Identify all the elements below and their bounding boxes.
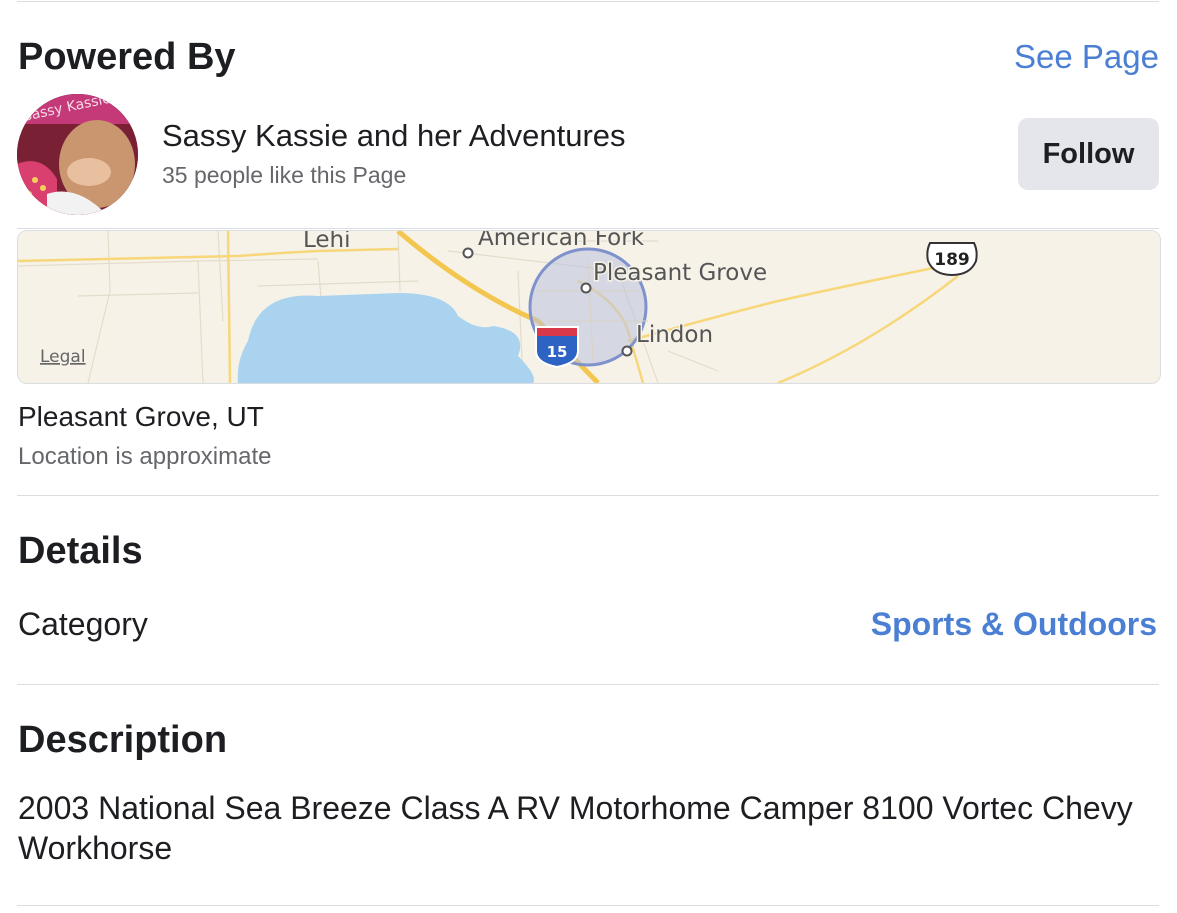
details-divider (17, 684, 1159, 685)
map-label-american-fork: American Fork (478, 231, 645, 251)
american-fork-marker (462, 247, 474, 259)
header-divider (17, 228, 1159, 229)
avatar[interactable]: Sassy Kassie (17, 94, 138, 215)
details-title: Details (18, 530, 143, 572)
avatar-photo: Sassy Kassie (17, 94, 138, 215)
follow-button[interactable]: Follow (1018, 118, 1159, 190)
interstate-15-shield-icon: 15 (535, 326, 579, 369)
us-route-shield-label: 189 (934, 250, 970, 270)
map-label-lindon: Lindon (636, 322, 713, 348)
map-legal-link[interactable]: Legal (40, 347, 86, 367)
location-name: Pleasant Grove, UT (18, 401, 264, 432)
powered-by-title: Powered By (18, 36, 236, 78)
map-label-lehi: Lehi (303, 231, 351, 253)
us-route-189-shield-icon: 189 (926, 242, 978, 277)
page-name-link[interactable]: Sassy Kassie and her Adventures (162, 120, 626, 151)
see-page-link[interactable]: See Page (1014, 40, 1159, 73)
description-title: Description (18, 719, 228, 761)
bottom-divider (17, 905, 1159, 906)
lindon-marker (621, 345, 633, 357)
top-divider (17, 1, 1159, 2)
category-value-link[interactable]: Sports & Outdoors (871, 608, 1157, 640)
location-map[interactable]: Lehi American Fork Pleasant Grove Lindon… (17, 230, 1161, 384)
location-approximate-note: Location is approximate (18, 443, 272, 470)
location-divider (17, 495, 1159, 496)
page-likes-count: 35 people like this Page (162, 162, 407, 188)
map-label-pleasant-grove: Pleasant Grove (593, 260, 767, 286)
interstate-shield-label: 15 (547, 343, 568, 361)
pleasant-grove-marker (580, 282, 592, 294)
description-text: 2003 National Sea Breeze Class A RV Moto… (18, 790, 1133, 866)
category-label: Category (18, 606, 148, 642)
